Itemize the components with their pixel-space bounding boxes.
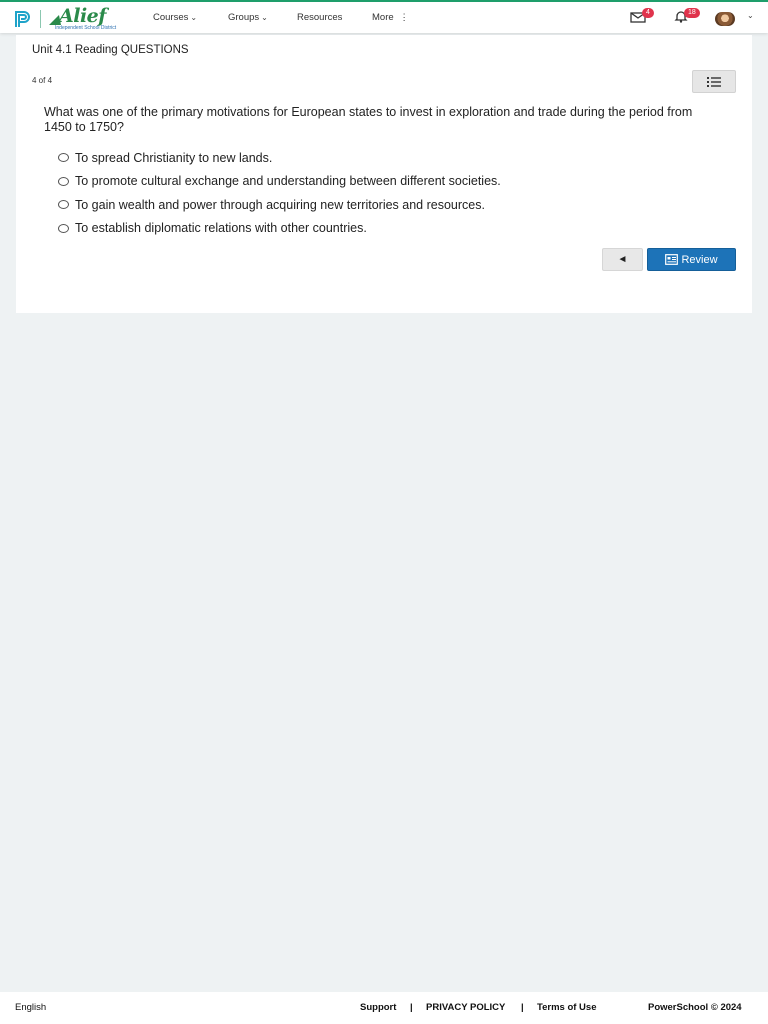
answer-option-label: To spread Christianity to new lands.: [75, 150, 273, 165]
nav-more[interactable]: More ⋮: [372, 2, 409, 33]
nav-courses[interactable]: Courses ⌄: [153, 2, 197, 33]
powerschool-logo-icon: [15, 11, 30, 27]
vertical-dots-icon: ⋮: [399, 12, 409, 22]
mail-button[interactable]: 4: [630, 8, 654, 28]
footer-separator: |: [410, 1002, 413, 1013]
footer-separator: |: [521, 1002, 524, 1013]
assessment-title: Unit 4.1 Reading QUESTIONS: [32, 44, 189, 56]
terms-of-use-link[interactable]: Terms of Use: [537, 1002, 596, 1013]
copyright-text: PowerSchool © 2024: [648, 1002, 742, 1013]
nav-courses-label: Courses: [153, 12, 189, 23]
previous-question-button[interactable]: ◄: [602, 248, 643, 271]
answer-option[interactable]: To gain wealth and power through acquiri…: [58, 193, 501, 217]
review-button[interactable]: Review: [647, 248, 736, 271]
answer-option-label: To establish diplomatic relations with o…: [75, 221, 367, 236]
page-footer: English Support | PRIVACY POLICY | Terms…: [0, 992, 768, 1024]
answer-options: To spread Christianity to new lands. To …: [58, 146, 501, 240]
radio-button[interactable]: [58, 223, 69, 233]
nav-groups-label: Groups: [228, 12, 260, 23]
assessment-card: Unit 4.1 Reading QUESTIONS 4 of 4 What w…: [16, 35, 752, 313]
brand-divider: [40, 10, 41, 28]
notifications-button[interactable]: 18: [674, 8, 700, 28]
brand-area[interactable]: Alief Independent School District: [14, 5, 125, 32]
user-avatar[interactable]: [715, 12, 735, 26]
review-button-label: Review: [681, 253, 718, 266]
answer-option[interactable]: To promote cultural exchange and underst…: [58, 170, 501, 194]
answer-option-label: To gain wealth and power through acquiri…: [75, 197, 485, 212]
top-navigation-bar: Alief Independent School District Course…: [0, 0, 768, 33]
answer-option[interactable]: To establish diplomatic relations with o…: [58, 217, 501, 241]
radio-button[interactable]: [58, 176, 69, 186]
question-progress: 4 of 4: [32, 76, 53, 85]
district-logo: Alief Independent School District: [49, 5, 125, 32]
language-selector[interactable]: English: [15, 1002, 46, 1013]
radio-button[interactable]: [58, 153, 69, 163]
nav-resources[interactable]: Resources: [297, 2, 342, 33]
answer-option-label: To promote cultural exchange and underst…: [75, 174, 501, 189]
nav-groups[interactable]: Groups ⌄: [228, 2, 268, 33]
mail-count-badge: 4: [642, 8, 654, 18]
list-icon: [707, 76, 721, 87]
support-link[interactable]: Support: [360, 1002, 396, 1013]
nav-resources-label: Resources: [297, 12, 343, 23]
notification-count-badge: 18: [684, 8, 700, 18]
radio-button[interactable]: [58, 200, 69, 210]
privacy-policy-link[interactable]: PRIVACY POLICY: [426, 1002, 505, 1013]
chevron-down-icon: ⌄: [261, 13, 268, 22]
review-icon: [665, 254, 679, 265]
district-subtitle: Independent School District: [55, 25, 117, 31]
nav-more-label: More: [372, 12, 394, 23]
left-triangle-icon: ◄: [617, 254, 628, 265]
question-text: What was one of the primary motivations …: [44, 105, 693, 134]
district-name: Alief: [59, 5, 106, 27]
chevron-down-icon: ⌄: [190, 13, 198, 22]
answer-option[interactable]: To spread Christianity to new lands.: [58, 146, 501, 170]
question-list-button[interactable]: [692, 70, 736, 93]
chevron-down-icon[interactable]: ⌄: [747, 11, 754, 20]
